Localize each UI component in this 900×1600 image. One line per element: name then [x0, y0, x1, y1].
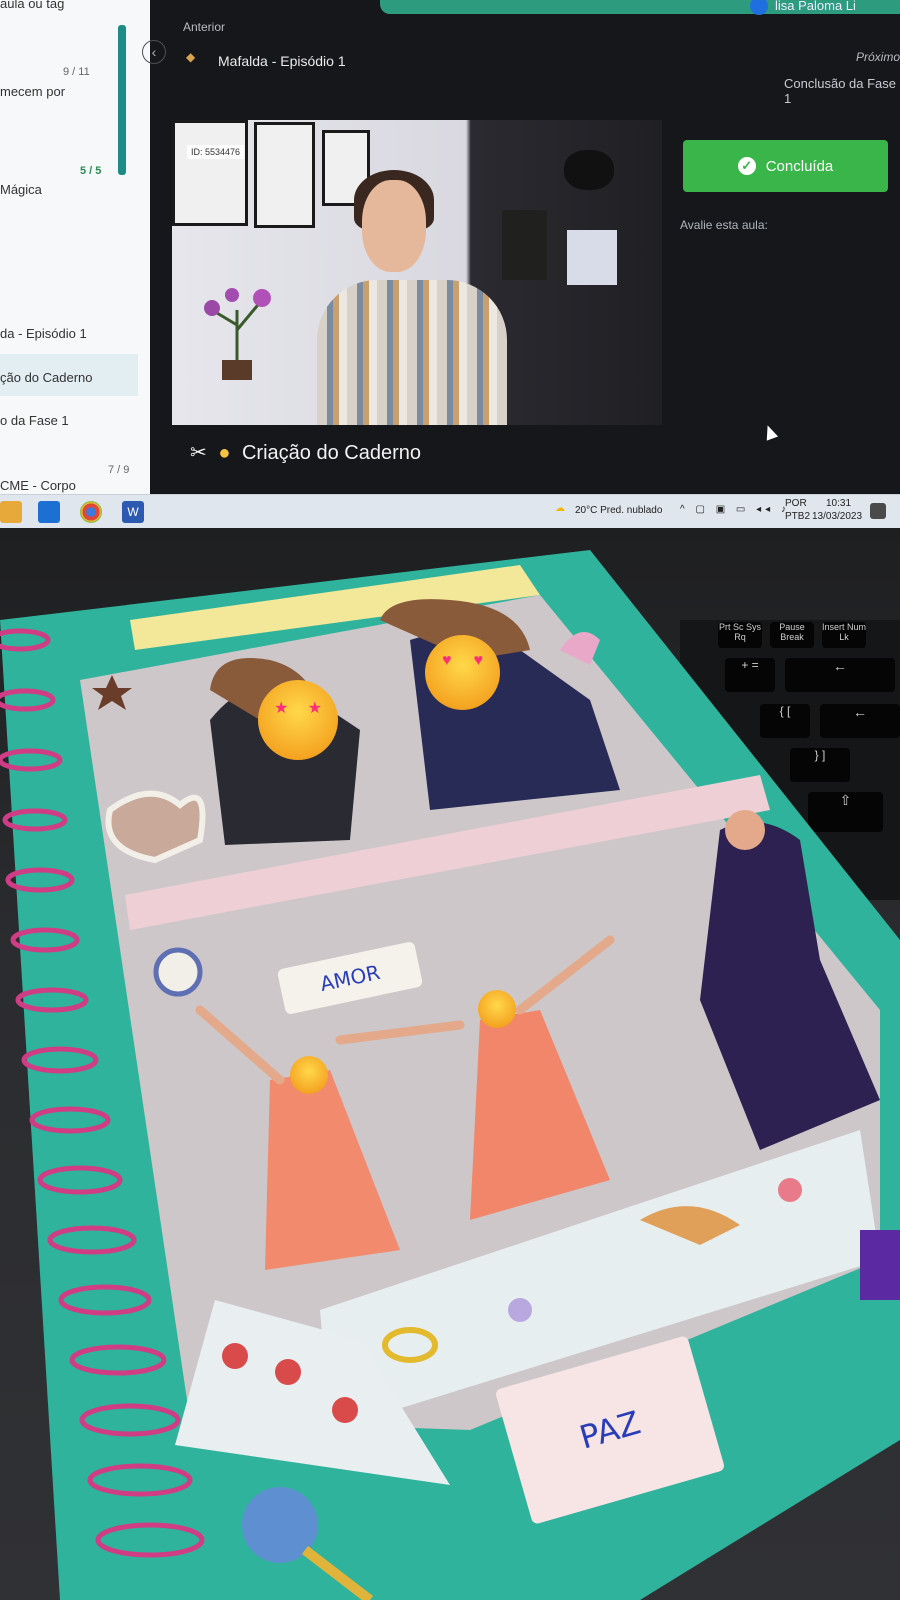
sidebar-item[interactable]: mecem por: [0, 84, 138, 99]
strawberry-icon: [222, 1343, 248, 1369]
sidebar-item-count: 5 / 5: [80, 165, 102, 177]
scissors-icon: ✂: [190, 442, 207, 464]
strawberry-icon: [332, 1397, 358, 1423]
mail-icon[interactable]: [38, 501, 60, 523]
clock-time[interactable]: 10:31: [826, 498, 851, 509]
completed-label: Concluída: [765, 157, 834, 175]
amor-sticker-text: AMOR: [317, 959, 383, 997]
heart-eye-icon: ♥: [442, 651, 452, 669]
next-label: Próximo: [856, 50, 900, 64]
paz-sticker-text: PAZ: [575, 1403, 645, 1457]
purple-sticker: [860, 1230, 900, 1300]
rate-lesson-label: Avalie esta aula:: [680, 218, 768, 232]
orchid-plant: [204, 288, 271, 380]
sidebar-item[interactable]: CME - Corpo: [0, 478, 138, 493]
windows-taskbar: W ☁ 20°C Pred. nublado ^ ▢ ▣ ▭ ◂◂ ♪ POR …: [0, 494, 900, 529]
strawberry-icon: [275, 1359, 301, 1385]
book: [567, 230, 617, 285]
weather-text[interactable]: 20°C Pred. nublado: [575, 505, 662, 516]
word-icon[interactable]: W: [122, 501, 144, 523]
weather-icon: ☁: [555, 503, 565, 514]
plant-pot: [502, 210, 547, 280]
keyboard-layout-label[interactable]: PTB2: [785, 511, 810, 522]
monitor-screen: lisa Paloma Li aula ou tag 9 / 11 mecem …: [0, 0, 900, 540]
star-eyes-emoji-icon: [290, 1056, 328, 1094]
wall-frame: [254, 122, 315, 228]
notification-icon[interactable]: [870, 503, 886, 519]
episode-icon: ◆: [186, 50, 196, 64]
heart-eyes-emoji-icon: [478, 990, 516, 1028]
presenter-face: [362, 180, 426, 272]
next-lesson-title[interactable]: Conclusão da Fase 1: [784, 76, 900, 106]
folder-icon[interactable]: [0, 501, 22, 523]
sidebar-item-count: 9 / 11: [63, 66, 90, 78]
prev-label: Anterior: [183, 20, 226, 34]
video-player[interactable]: ID: 5534476: [172, 120, 662, 425]
course-sidebar: aula ou tag 9 / 11 mecem por 5 / 5 Mágic…: [0, 0, 150, 500]
star-badge-sticker: [153, 947, 203, 997]
flower-sticker: [508, 1298, 532, 1322]
check-icon: ✓: [737, 157, 756, 175]
prev-lesson-title[interactable]: Mafalda - Episódio 1: [218, 53, 346, 69]
sidebar-item[interactable]: Mágica: [0, 182, 138, 197]
lesson-caption: ✂ ● Criação do Caderno: [190, 440, 421, 465]
sidebar-item[interactable]: da - Episódio 1: [0, 326, 138, 341]
woman-face: [725, 810, 765, 850]
sidebar-item-count: 7 / 9: [108, 464, 130, 476]
clock-date[interactable]: 13/03/2023: [812, 511, 862, 522]
palette-icon: ●: [218, 442, 231, 464]
chrome-icon[interactable]: [80, 501, 102, 523]
flower-sticker: [778, 1178, 802, 1202]
lesson-caption-text: Criação do Caderno: [241, 442, 421, 464]
user-avatar[interactable]: [750, 0, 768, 15]
prev-lesson-button[interactable]: ‹: [142, 40, 166, 64]
top-header-bar: lisa Paloma Li: [380, 0, 900, 15]
wall-decoration: [564, 150, 614, 190]
sidebar-scrollbar[interactable]: [118, 25, 126, 175]
video-id-tag: ID: 5534476: [187, 145, 245, 159]
heart-eyes-emoji-icon: ♥ ♥: [425, 635, 500, 710]
user-name: lisa Paloma Li: [775, 0, 856, 13]
heart-eye-icon: ♥: [473, 651, 484, 669]
star-eyes-emoji-icon: ★ ★: [258, 680, 338, 760]
tray-icons[interactable]: ^ ▢ ▣ ▭ ◂◂ ♪: [680, 504, 790, 515]
completed-button[interactable]: ✓ Concluída: [683, 140, 888, 192]
presenter-shirt: [317, 280, 507, 425]
sidebar-item[interactable]: aula ou tag: [0, 0, 138, 11]
wall-frame: [172, 120, 248, 226]
star-eye-icon: ★: [274, 699, 289, 717]
language-label[interactable]: POR: [785, 498, 807, 509]
sidebar-item-active[interactable]: ção do Caderno: [0, 370, 138, 385]
star-eye-icon: ★: [307, 699, 322, 717]
sidebar-item[interactable]: o da Fase 1: [0, 413, 138, 428]
